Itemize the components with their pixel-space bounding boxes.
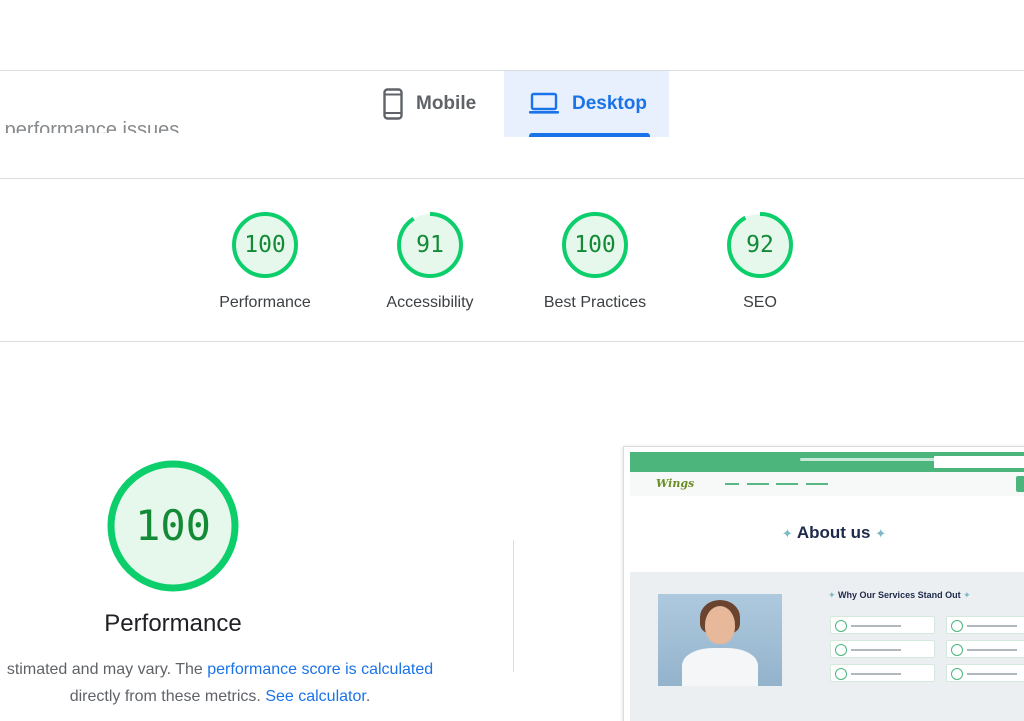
doctor-coat xyxy=(682,648,758,686)
gauge-best-practices[interactable]: 100 Best Practices xyxy=(505,210,685,312)
description-text: stimated and may vary. The xyxy=(6,661,208,678)
site-nav-item xyxy=(725,483,739,485)
sparkle-icon: ✦ xyxy=(828,590,839,600)
score-value: 92 xyxy=(746,232,774,258)
tabs-divider xyxy=(0,178,1024,179)
site-why-text: Why Our Services Stand Out xyxy=(838,590,961,600)
lighthouse-report: o performance issues Mobile Desktop 100 … xyxy=(0,0,1024,721)
score-ring: 92 xyxy=(725,210,795,280)
site-feature-pill xyxy=(830,664,935,682)
score-value: 91 xyxy=(416,232,444,258)
performance-title: Performance xyxy=(104,610,242,637)
score-label: Best Practices xyxy=(543,294,647,311)
partial-heading: o performance issues xyxy=(0,119,180,133)
site-feature-pill xyxy=(830,616,935,634)
page-screenshot-thumbnail[interactable]: Wings ✦ About us ✦ ✦ Why Our Services St… xyxy=(623,446,1024,721)
selected-tab-indicator xyxy=(529,133,650,137)
site-why-heading: ✦ Why Our Services Stand Out ✦ xyxy=(828,590,971,601)
score-label: SEO xyxy=(743,294,777,311)
sparkle-icon: ✦ xyxy=(781,526,793,541)
see-calculator-link[interactable]: See calculator xyxy=(265,688,366,705)
site-about-heading: ✦ About us ✦ xyxy=(624,523,1024,543)
performance-score-gauge: 100 xyxy=(106,459,240,593)
description-text: directly from these metrics. xyxy=(69,688,266,705)
site-feature-pill xyxy=(830,640,935,658)
site-nav-item xyxy=(747,483,769,485)
site-search-box xyxy=(934,456,1024,468)
tab-desktop[interactable]: Desktop xyxy=(504,71,669,137)
gauge-seo[interactable]: 92 SEO xyxy=(670,210,850,312)
score-label: Performance xyxy=(219,294,311,311)
smartphone-icon xyxy=(382,88,404,120)
description-text: . xyxy=(365,688,371,705)
doctor-photo xyxy=(658,594,782,686)
score-label: Accessibility xyxy=(386,294,474,311)
score-ring: 100 xyxy=(230,210,300,280)
laptop-icon xyxy=(528,92,560,116)
gauge-performance[interactable]: 100 Performance xyxy=(175,210,355,312)
site-topbar-text xyxy=(800,458,940,461)
site-nav-button xyxy=(1016,476,1024,492)
site-topbar xyxy=(630,452,1024,472)
tab-mobile-label: Mobile xyxy=(416,93,477,114)
score-calculated-link[interactable]: performance score is calculated xyxy=(207,661,433,678)
score-ring: 100 xyxy=(560,210,630,280)
scores-divider xyxy=(0,341,1024,342)
site-why-section: ✦ Why Our Services Stand Out ✦ xyxy=(630,572,1024,721)
site-navbar: Wings xyxy=(630,472,1024,496)
site-logo: Wings xyxy=(656,477,695,490)
site-feature-pill xyxy=(946,616,1024,634)
performance-description: stimated and may vary. The performance s… xyxy=(0,656,470,710)
tab-desktop-label: Desktop xyxy=(572,93,647,114)
site-feature-pill xyxy=(946,640,1024,658)
score-ring: 91 xyxy=(395,210,465,280)
tab-mobile[interactable]: Mobile xyxy=(374,71,502,137)
score-value: 100 xyxy=(244,232,286,258)
sparkle-icon: ✦ xyxy=(960,590,971,600)
site-feature-pill xyxy=(946,664,1024,682)
section-divider xyxy=(513,540,514,672)
score-value: 100 xyxy=(574,232,616,258)
doctor-face xyxy=(705,606,735,644)
site-nav-item xyxy=(776,483,798,485)
performance-score-value: 100 xyxy=(135,501,211,550)
site-nav-item xyxy=(806,483,828,485)
site-about-text: About us xyxy=(796,523,871,542)
sparkle-icon: ✦ xyxy=(875,526,887,541)
gauge-accessibility[interactable]: 91 Accessibility xyxy=(340,210,520,312)
